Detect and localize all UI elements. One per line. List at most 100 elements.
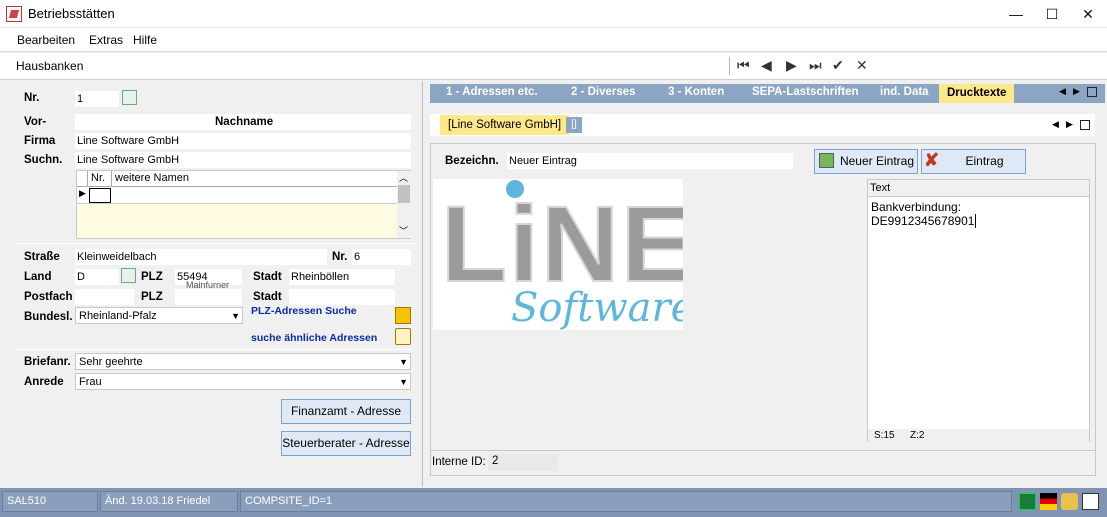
col-nr: Nr.	[91, 172, 106, 184]
tab-adressen[interactable]: 1 - Adressen etc.	[446, 86, 538, 98]
interne-id-label: Interne ID:	[432, 456, 486, 468]
stadt2-field[interactable]	[289, 289, 395, 305]
menu-bar: Bearbeiten Extras Hilfe	[0, 28, 1107, 52]
subtab-scroll-left-icon[interactable]: ◀	[1052, 119, 1059, 130]
chevron-down-icon: ▼	[399, 377, 408, 387]
stadt-field[interactable]: Rheinböllen	[289, 269, 395, 285]
last-record-icon[interactable]: ⏭	[809, 57, 822, 74]
tab-menu-icon[interactable]	[1087, 87, 1097, 97]
tab-sepa[interactable]: SEPA-Lastschriften	[752, 86, 859, 98]
names-grid-header: Nr. weitere Namen	[77, 171, 397, 187]
hnr-label: Nr.	[332, 251, 348, 263]
menu-hilfe[interactable]: Hilfe	[133, 33, 157, 47]
bundesland-select[interactable]: Rheinland-Pfalz ▼	[75, 307, 243, 324]
confirm-icon[interactable]: ✔	[832, 57, 844, 74]
nr-lookup-icon[interactable]	[122, 90, 137, 105]
tab-konten[interactable]: 3 - Konten	[668, 86, 724, 98]
briefanrede-select[interactable]: Sehr geehrte ▼	[75, 353, 411, 370]
first-record-icon[interactable]: ⏮	[737, 57, 750, 74]
hnr-field[interactable]: 6	[352, 249, 411, 265]
german-flag-icon[interactable]	[1040, 493, 1057, 510]
suchn-field[interactable]: Line Software GmbH	[75, 152, 411, 168]
stadt2-label: Stadt	[253, 291, 282, 303]
window-title: Betriebsstätten	[28, 6, 115, 21]
close-button[interactable]: ✕	[1070, 0, 1106, 28]
briefanr-label: Briefanr.	[24, 356, 71, 368]
strasse-label: Straße	[24, 251, 60, 263]
tab-ind-data[interactable]: ind. Data	[880, 86, 929, 98]
status-bar: SAL510 Änd. 19.03.18 Friedel COMPSITE_ID…	[0, 488, 1107, 517]
plz2-label: PLZ	[141, 291, 163, 303]
subtab-line-software[interactable]: [Line Software GmbH]	[440, 115, 570, 135]
subtab-bar: [Line Software GmbH] []	[430, 114, 1095, 136]
bundesland-value: Rheinland-Pfalz	[79, 310, 157, 322]
nr-field[interactable]: 1	[75, 91, 119, 107]
table-row[interactable]: ▶	[77, 187, 397, 204]
plz-label: PLZ	[141, 271, 163, 283]
prev-record-icon[interactable]: ◀	[761, 57, 772, 74]
names-grid[interactable]: Nr. weitere Namen ▶ ︿ ﹀	[76, 170, 411, 239]
text-header: Text	[868, 180, 1089, 197]
firma-label: Firma	[24, 135, 56, 147]
post-horn-icon[interactable]	[395, 307, 411, 324]
toolbar: Hausbanken ⏮ ◀ ▶ ⏭ ✔ ✕	[0, 53, 1107, 80]
divider	[430, 450, 1096, 451]
subtab-empty[interactable]: []	[566, 117, 582, 133]
tab-diverses[interactable]: 2 - Diverses	[571, 86, 636, 98]
subtab-menu-icon[interactable]	[1080, 120, 1090, 130]
menu-bearbeiten[interactable]: Bearbeiten	[17, 33, 75, 47]
tab-scroll-left-icon[interactable]: ◀	[1059, 86, 1066, 97]
tab-bar: 1 - Adressen etc. 2 - Diverses 3 - Konte…	[430, 84, 1105, 103]
land-lookup-icon[interactable]	[121, 268, 136, 283]
text-editor[interactable]: Text Bankverbindung: DE9912345678901 S:1…	[867, 179, 1090, 442]
status-changed: Änd. 19.03.18 Friedel	[100, 491, 238, 512]
vor-label: Vor-	[24, 116, 47, 128]
tab-scroll-right-icon[interactable]: ▶	[1073, 86, 1080, 97]
row-nr-cell[interactable]	[89, 188, 111, 203]
menu-extras[interactable]: Extras	[89, 33, 123, 47]
bezeichn-label: Bezeichn.	[445, 155, 499, 167]
status-s: S:15	[874, 430, 895, 441]
bundesl-label: Bundesl.	[24, 311, 73, 323]
excel-icon[interactable]	[1019, 493, 1036, 510]
lock-icon[interactable]	[1061, 493, 1078, 510]
maximize-button[interactable]: ☐	[1034, 0, 1070, 28]
stadt-label: Stadt	[253, 271, 282, 283]
printer-icon[interactable]	[1082, 493, 1099, 510]
subtab-scroll-right-icon[interactable]: ▶	[1066, 119, 1073, 130]
anrede-select[interactable]: Frau ▼	[75, 373, 411, 390]
divider	[16, 243, 416, 244]
chevron-down-icon: ▼	[231, 311, 240, 321]
next-record-icon[interactable]: ▶	[786, 57, 797, 74]
finanzamt-button[interactable]: Finanzamt - Adresse	[281, 399, 411, 424]
anrede-label: Anrede	[24, 376, 64, 388]
briefanrede-value: Sehr geehrte	[79, 356, 143, 368]
land-field[interactable]: D	[75, 269, 119, 285]
text-line-1: Bankverbindung:	[871, 200, 962, 214]
strasse-field[interactable]: Kleinweidelbach	[75, 249, 327, 265]
steuerberater-button[interactable]: Steuerberater - Adresse	[281, 431, 411, 456]
firma-field[interactable]: Line Software GmbH	[75, 133, 411, 149]
text-line-2: DE9912345678901	[871, 214, 977, 228]
minimize-button[interactable]: —	[998, 0, 1034, 28]
suchn-label: Suchn.	[24, 154, 63, 166]
logo-image: LiNE Software	[433, 179, 694, 331]
title-bar: Betriebsstätten — ☐ ✕	[0, 0, 1107, 28]
anrede-value: Frau	[79, 376, 102, 388]
plz-search-link[interactable]: PLZ-Adressen Suche	[251, 305, 357, 317]
magnifier-icon[interactable]	[395, 328, 411, 345]
tab-drucktexte[interactable]: Drucktexte	[939, 84, 1015, 103]
postfach-field[interactable]	[75, 289, 134, 305]
col-weitere-namen: weitere Namen	[115, 172, 189, 184]
plz2-field[interactable]	[175, 289, 242, 305]
similar-address-link[interactable]: suche ähnliche Adressen	[251, 332, 377, 344]
cancel-icon[interactable]: ✕	[856, 57, 868, 74]
names-grid-scrollbar[interactable]: ︿ ﹀	[397, 171, 411, 238]
bezeichn-field[interactable]: Neuer Eintrag	[507, 153, 793, 169]
status-program: SAL510	[2, 491, 98, 512]
logo-script: Software	[511, 285, 683, 330]
hausbanken-button[interactable]: Hausbanken	[16, 59, 83, 73]
new-entry-icon	[819, 153, 834, 168]
row-pointer-icon: ▶	[79, 188, 86, 198]
divider	[16, 349, 416, 350]
